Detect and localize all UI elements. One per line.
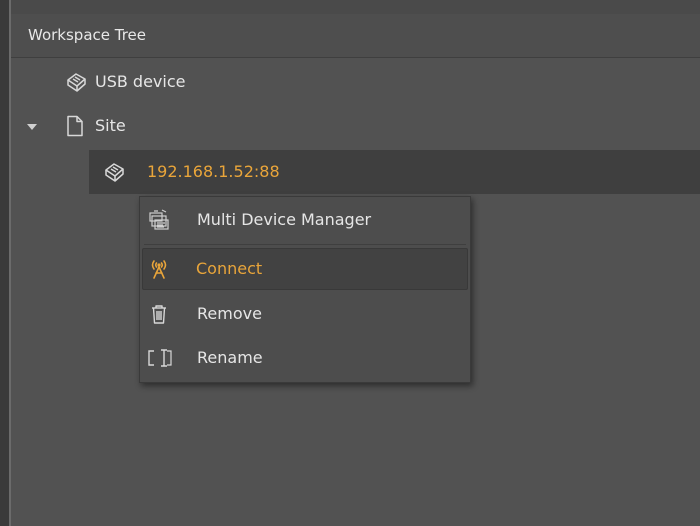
- antenna-icon: [148, 258, 170, 280]
- page-icon: [66, 115, 84, 137]
- multi-device-icon: [148, 209, 170, 231]
- panel-header: Workspace Tree: [11, 14, 700, 58]
- top-strip: [11, 0, 700, 14]
- menu-item-rename[interactable]: Rename: [142, 337, 468, 379]
- tree-item-site[interactable]: Site: [11, 104, 700, 148]
- menu-item-multi-device-manager[interactable]: Multi Device Manager: [142, 199, 468, 241]
- tree-item-label: Site: [95, 116, 126, 135]
- panel-title: Workspace Tree: [28, 26, 147, 44]
- menu-item-connect[interactable]: Connect: [142, 248, 468, 290]
- menu-item-remove[interactable]: Remove: [142, 293, 468, 335]
- rename-icon: [147, 347, 173, 369]
- tree-item-device-192-168-1-52[interactable]: 192.168.1.52:88: [89, 150, 700, 194]
- trash-icon: [148, 303, 170, 325]
- menu-item-label: Rename: [197, 348, 263, 367]
- menu-item-label: Connect: [196, 259, 263, 278]
- menu-item-label: Remove: [197, 304, 262, 323]
- device-icon: [102, 161, 126, 183]
- menu-divider: [144, 244, 466, 245]
- window-left-border: [0, 0, 9, 526]
- menu-item-label: Multi Device Manager: [197, 210, 372, 229]
- tree-item-usb-device[interactable]: USB device: [11, 60, 700, 104]
- tree-item-label: USB device: [95, 72, 186, 91]
- tree-item-label: 192.168.1.52:88: [147, 162, 280, 181]
- device-icon: [64, 71, 88, 93]
- context-menu: Multi Device Manager Connect Remove Rena…: [139, 196, 471, 383]
- chevron-down-icon[interactable]: [27, 124, 37, 130]
